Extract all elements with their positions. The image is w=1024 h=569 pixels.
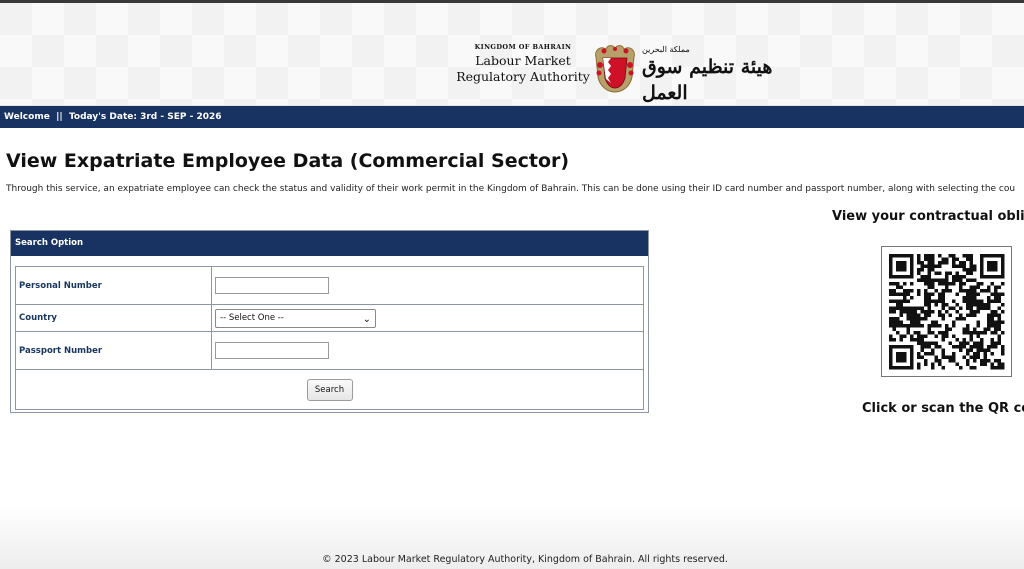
qr-heading: View your contractual obliga [832, 209, 1024, 224]
form-row-personal-number: Personal Number [15, 266, 644, 305]
actions-cell: Search [15, 369, 644, 410]
page-description: Through this service, an expatriate empl… [6, 184, 1016, 194]
logo-english[interactable]: KINGDOM OF BAHRAIN Labour Market Regulat… [448, 43, 598, 85]
kingdom-label: KINGDOM OF BAHRAIN [474, 43, 572, 51]
qr-code-icon[interactable] [882, 247, 1011, 376]
footer-copyright: © 2023 Labour Market Regulatory Authorit… [322, 554, 728, 565]
personal-number-cell [211, 266, 644, 305]
search-form: Personal Number Country -- Select One --… [15, 266, 644, 410]
welcome-text: Welcome [4, 112, 50, 122]
todays-date: Today's Date: 3rd - SEP - 2026 [68, 112, 222, 122]
page-title: View Expatriate Employee Data (Commercia… [6, 150, 570, 172]
qr-caption: Click or scan the QR cod [862, 401, 1024, 416]
site-header: KINGDOM OF BAHRAIN Labour Market Regulat… [0, 3, 1024, 106]
org-name-line1: Labour Market [475, 53, 571, 68]
country-select[interactable]: -- Select One -- ⌄ [215, 308, 376, 328]
org-name-line2: Regulatory Authority [456, 69, 590, 84]
arabic-org-name: هيئة تنظيم سوق العمل [642, 56, 773, 104]
country-selected-value: -- Select One -- [220, 312, 284, 323]
bahrain-emblem-icon [595, 45, 635, 93]
search-panel-header: Search Option [11, 231, 648, 256]
country-label: Country [15, 304, 212, 332]
form-row-country: Country -- Select One -- ⌄ [15, 304, 644, 332]
navbar-separator: || [56, 112, 63, 122]
info-bar: Welcome || Today's Date: 3rd - SEP - 202… [0, 106, 1024, 128]
personal-number-input[interactable] [215, 277, 329, 294]
arabic-kingdom-label: مملكة البحرين [642, 45, 690, 54]
passport-number-input[interactable] [215, 342, 329, 359]
qr-code-container[interactable] [881, 246, 1012, 377]
form-row-actions: Search [15, 369, 644, 410]
passport-number-label: Passport Number [15, 331, 212, 370]
logo-arabic: مملكة البحرين هيئة تنظيم سوق العمل [642, 45, 802, 106]
chevron-down-icon: ⌄ [362, 313, 371, 325]
country-cell: -- Select One -- ⌄ [211, 304, 644, 332]
search-button[interactable]: Search [306, 378, 353, 401]
search-panel: Search Option Personal Number Country --… [10, 230, 649, 413]
passport-number-cell [211, 331, 644, 370]
form-row-passport-number: Passport Number [15, 331, 644, 370]
personal-number-label: Personal Number [15, 266, 212, 305]
